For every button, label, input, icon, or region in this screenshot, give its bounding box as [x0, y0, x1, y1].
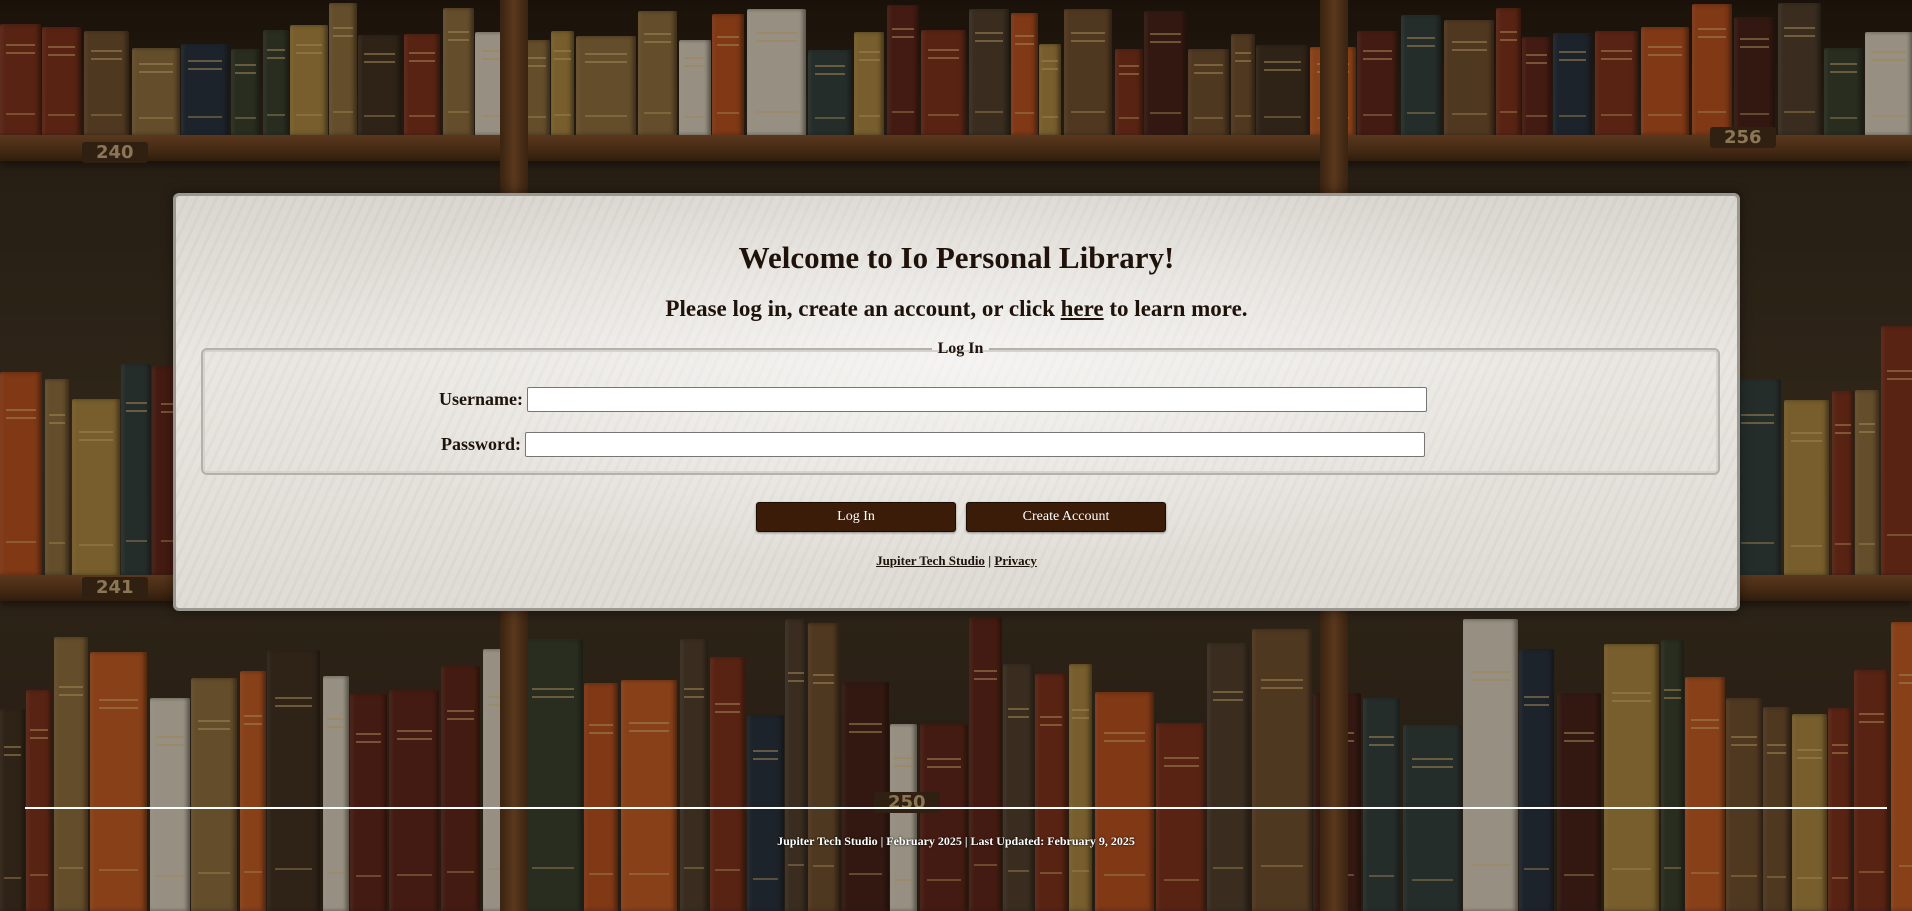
login-button[interactable]: Log In: [756, 502, 956, 532]
links-separator: |: [988, 553, 992, 568]
welcome-panel: Welcome to Io Personal Library! Please l…: [173, 193, 1740, 611]
page-subtitle: Please log in, create an account, or cli…: [176, 296, 1737, 322]
password-row: Password:: [441, 432, 1425, 457]
subtitle-text-after: to learn more.: [1109, 296, 1248, 321]
learn-more-link[interactable]: here: [1061, 296, 1104, 321]
username-label: Username:: [439, 389, 523, 409]
panel-links: Jupiter Tech Studio | Privacy: [176, 553, 1737, 569]
username-input[interactable]: [526, 387, 1427, 412]
create-account-button[interactable]: Create Account: [966, 502, 1166, 532]
page-title: Welcome to Io Personal Library!: [738, 240, 1175, 275]
password-input[interactable]: [525, 432, 1425, 457]
footer-text: Jupiter Tech Studio | February 2025 | La…: [777, 834, 1135, 848]
studio-link[interactable]: Jupiter Tech Studio: [876, 553, 985, 568]
password-label: Password:: [441, 434, 521, 454]
privacy-link[interactable]: Privacy: [994, 553, 1037, 568]
footer-divider: [25, 807, 1887, 809]
login-fieldset: Log In Username: Password:: [201, 340, 1720, 475]
username-row: Username:: [439, 387, 1427, 412]
login-legend: Log In: [937, 340, 984, 357]
subtitle-text-before: Please log in, create an account, or cli…: [665, 296, 1055, 321]
